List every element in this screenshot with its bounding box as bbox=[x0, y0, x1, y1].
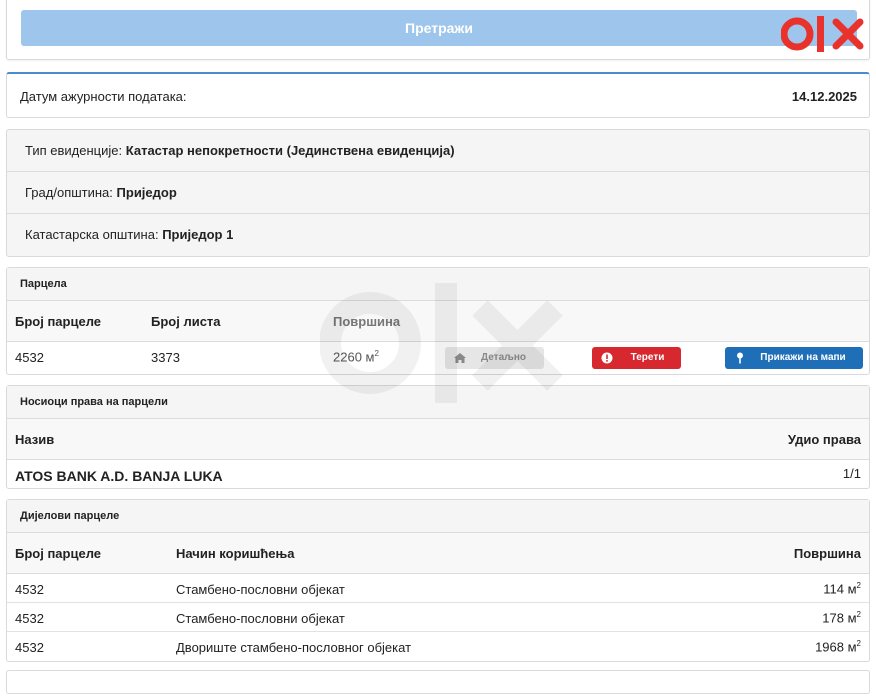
parcel-area: 2260 м2 bbox=[333, 349, 379, 365]
part-area: 178 м2 bbox=[822, 610, 861, 626]
table-row: 4532 Двориште стамбено-пословног објекат… bbox=[7, 632, 869, 661]
footer-panel bbox=[6, 670, 870, 694]
parcel-section-title: Парцела bbox=[7, 268, 869, 301]
parcel-number: 4532 bbox=[15, 350, 44, 365]
part-area: 1968 м2 bbox=[815, 639, 861, 655]
col-part-area: Површина bbox=[793, 546, 861, 561]
rights-holders-section-title: Носиоци права на парцели bbox=[7, 386, 869, 419]
parcel-parts-table-header: Број парцеле Начин коришћења Површина bbox=[7, 533, 869, 574]
parcel-sheet: 3373 bbox=[151, 350, 180, 365]
search-button[interactable]: Претражи bbox=[21, 10, 857, 46]
col-share: Удио права bbox=[787, 432, 861, 447]
part-area: 114 м2 bbox=[823, 581, 861, 597]
map-pin-icon bbox=[737, 352, 743, 364]
burdens-button[interactable]: Терети bbox=[592, 347, 681, 369]
col-land-use: Начин коришћења bbox=[176, 546, 295, 561]
municipality-row: Катастарска општина: Приједор 1 bbox=[7, 214, 869, 256]
part-use: Стамбено-пословни објекат bbox=[176, 582, 345, 597]
parcel-parts-section-title: Дијелови парцеле bbox=[7, 500, 869, 533]
parcel-panel: Парцела Број парцеле Број листа Површина… bbox=[6, 267, 870, 375]
record-type-label: Тип евиденције: bbox=[25, 143, 123, 158]
alert-icon bbox=[601, 352, 613, 364]
table-row: 4532 Стамбено-пословни објекат 178 м2 bbox=[7, 603, 869, 632]
update-date-label: Датум ажурности података: bbox=[20, 89, 187, 104]
city-value: Приједор bbox=[116, 185, 177, 200]
rights-holders-panel: Носиоци права на парцели Назив Удио прав… bbox=[6, 385, 870, 489]
update-date-value: 14.12.2025 bbox=[791, 89, 857, 104]
details-button[interactable]: Детаљно bbox=[445, 347, 544, 369]
col-parcel-number: Број парцеле bbox=[15, 314, 102, 329]
part-use: Двориште стамбено-пословног објекат bbox=[176, 640, 412, 655]
record-info-panel: Тип евиденције: Катастар непокретности (… bbox=[6, 129, 870, 257]
col-holder-name: Назив bbox=[15, 432, 55, 447]
part-number: 4532 bbox=[15, 611, 44, 626]
municipality-value: Приједор 1 bbox=[162, 227, 234, 242]
parcel-parts-panel: Дијелови парцеле Број парцеле Начин кори… bbox=[6, 499, 870, 662]
holder-row: ATOS BANK A.D. BANJA LUKA 1/1 bbox=[7, 460, 869, 488]
olx-logo bbox=[781, 16, 864, 52]
parcel-table-header: Број парцеле Број листа Површина bbox=[7, 301, 869, 342]
municipality-label: Катастарска општина: bbox=[25, 227, 159, 242]
part-number: 4532 bbox=[15, 582, 44, 597]
city-row: Град/општина: Приједор bbox=[7, 172, 869, 214]
col-sheet-number: Број листа bbox=[151, 314, 221, 329]
holder-share: 1/1 bbox=[842, 466, 861, 481]
col-part-number: Број парцеле bbox=[15, 546, 102, 561]
parcel-row: 4532 3373 2260 м2 Детаљно Терети Прикажи… bbox=[7, 342, 869, 374]
search-panel: Претражи bbox=[6, 0, 870, 60]
part-use: Стамбено-пословни објекат bbox=[176, 611, 345, 626]
update-date-panel: Датум ажурности података: 14.12.2025 bbox=[6, 72, 870, 118]
record-type-row: Тип евиденције: Катастар непокретности (… bbox=[7, 130, 869, 172]
table-row: 4532 Стамбено-пословни објекат 114 м2 bbox=[7, 574, 869, 603]
city-label: Град/општина: bbox=[25, 185, 113, 200]
part-number: 4532 bbox=[15, 640, 44, 655]
home-icon bbox=[454, 353, 466, 363]
show-on-map-button[interactable]: Прикажи на мапи bbox=[725, 347, 863, 369]
record-type-value: Катастар непокретности (Јединствена евид… bbox=[125, 143, 455, 158]
col-area: Површина bbox=[333, 314, 401, 329]
holder-name: ATOS BANK A.D. BANJA LUKA bbox=[15, 468, 223, 484]
rights-holders-table-header: Назив Удио права bbox=[7, 419, 869, 460]
